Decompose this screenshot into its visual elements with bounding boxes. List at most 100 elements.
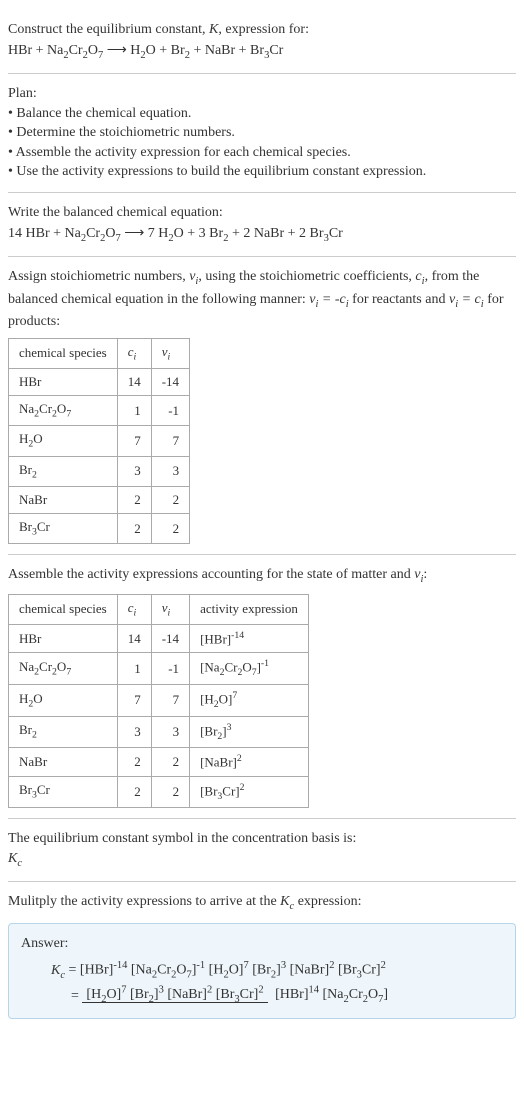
cell-c: 7 (117, 685, 151, 717)
multiply-section: Mulitply the activity expressions to arr… (8, 882, 516, 1028)
answer-eq2: = [H2O]7 [Br2]3 [NaBr]2 [Br3Cr]2 [HBr]14… (21, 984, 503, 1008)
balanced-equation: 14 HBr + Na2Cr2O7 ⟶ 7 H2O + 3 Br2 + 2 Na… (8, 223, 516, 246)
intro-text: Construct the equilibrium constant, (8, 22, 209, 37)
stoich-table: chemical species ci νi HBr14-14 Na2Cr2O7… (8, 338, 190, 545)
cell-expr: [H2O]7 (190, 685, 309, 717)
table-row: NaBr22 (9, 486, 190, 513)
unbalanced-equation: HBr + Na2Cr2O7 ⟶ H2O + Br2 + NaBr + Br3C… (8, 40, 516, 63)
plan-bullet-3: • Assemble the activity expression for e… (8, 143, 516, 163)
fraction-denominator: [HBr]14 [Na2Cr2O7] (271, 987, 392, 1002)
cell-expr: [HBr]-14 (190, 624, 309, 653)
symbol-line: The equilibrium constant symbol in the c… (8, 829, 516, 849)
cell-species: Na2Cr2O7 (9, 396, 118, 426)
cell-species: NaBr (9, 486, 118, 513)
col-ci: ci (117, 338, 151, 368)
intro-line: Construct the equilibrium constant, K, e… (8, 20, 516, 40)
answer-label: Answer: (21, 934, 503, 954)
cell-expr: [Br3Cr]2 (190, 776, 309, 808)
cell-v: 3 (151, 456, 189, 486)
cell-c: 2 (117, 748, 151, 777)
table-header-row: chemical species ci νi activity expressi… (9, 594, 309, 624)
cell-expr: [Na2Cr2O7]-1 (190, 653, 309, 685)
table-header-row: chemical species ci νi (9, 338, 190, 368)
col-ci: ci (117, 594, 151, 624)
activity-table: chemical species ci νi activity expressi… (8, 594, 309, 809)
cell-species: NaBr (9, 748, 118, 777)
cell-expr: [Br2]3 (190, 716, 309, 748)
cell-species: HBr (9, 624, 118, 653)
cell-c: 1 (117, 653, 151, 685)
table-row: Na2Cr2O71-1[Na2Cr2O7]-1 (9, 653, 309, 685)
cell-c: 7 (117, 426, 151, 456)
plan-bullet-4: • Use the activity expressions to build … (8, 162, 516, 182)
table-row: Br233[Br2]3 (9, 716, 309, 748)
activity-text-b: : (423, 567, 427, 582)
cell-v: 3 (151, 716, 189, 748)
cell-v: 2 (151, 776, 189, 808)
fraction-numerator: [H2O]7 [Br2]3 [NaBr]2 [Br3Cr]2 (82, 987, 267, 1003)
table-row: Na2Cr2O71-1 (9, 396, 190, 426)
cell-species: Na2Cr2O7 (9, 653, 118, 685)
table-row: Br3Cr22[Br3Cr]2 (9, 776, 309, 808)
cell-v: 2 (151, 514, 189, 544)
cell-v: 7 (151, 426, 189, 456)
cell-expr: [NaBr]2 (190, 748, 309, 777)
cell-c: 14 (117, 624, 151, 653)
table-row: NaBr22[NaBr]2 (9, 748, 309, 777)
answer-box: Answer: Kc = [HBr]-14 [Na2Cr2O7]-1 [H2O]… (8, 923, 516, 1019)
intro-section: Construct the equilibrium constant, K, e… (8, 10, 516, 74)
table-row: HBr14-14[HBr]-14 (9, 624, 309, 653)
k-symbol: K (209, 22, 218, 37)
nu-symbol: νi (189, 269, 198, 284)
cell-c: 2 (117, 486, 151, 513)
cell-c: 2 (117, 776, 151, 808)
cell-species: Br3Cr (9, 514, 118, 544)
cell-v: 7 (151, 685, 189, 717)
balanced-heading: Write the balanced chemical equation: (8, 203, 516, 223)
multiply-line: Mulitply the activity expressions to arr… (8, 892, 516, 914)
stoich-text-d: for reactants and (349, 292, 449, 307)
fraction: [H2O]7 [Br2]3 [NaBr]2 [Br3Cr]2 [HBr]14 [… (82, 984, 392, 1008)
plan-section: Plan: • Balance the chemical equation. •… (8, 74, 516, 193)
cell-species: H2O (9, 426, 118, 456)
multiply-text-a: Mulitply the activity expressions to arr… (8, 894, 280, 909)
cell-v: 2 (151, 748, 189, 777)
cell-v: -14 (151, 624, 189, 653)
activity-intro: Assemble the activity expressions accoun… (8, 565, 516, 587)
col-species: chemical species (9, 594, 118, 624)
cell-species: Br3Cr (9, 776, 118, 808)
activity-section: Assemble the activity expressions accoun… (8, 555, 516, 819)
table-row: H2O77[H2O]7 (9, 685, 309, 717)
table-row: Br3Cr22 (9, 514, 190, 544)
cell-species: HBr (9, 368, 118, 395)
cell-c: 1 (117, 396, 151, 426)
table-row: HBr14-14 (9, 368, 190, 395)
cell-c: 14 (117, 368, 151, 395)
cell-c: 3 (117, 456, 151, 486)
stoich-text-a: Assign stoichiometric numbers, (8, 269, 189, 284)
plan-bullet-2: • Determine the stoichiometric numbers. (8, 123, 516, 143)
cell-v: -1 (151, 653, 189, 685)
plan-heading: Plan: (8, 84, 516, 104)
multiply-text-b: expression: (294, 894, 361, 909)
cell-c: 3 (117, 716, 151, 748)
col-expr: activity expression (190, 594, 309, 624)
cell-species: Br2 (9, 716, 118, 748)
cell-v: -14 (151, 368, 189, 395)
activity-text-a: Assemble the activity expressions accoun… (8, 567, 414, 582)
col-species: chemical species (9, 338, 118, 368)
col-nu: νi (151, 594, 189, 624)
cell-species: H2O (9, 685, 118, 717)
table-row: Br233 (9, 456, 190, 486)
rel2: νi = ci (449, 292, 484, 307)
symbol-section: The equilibrium constant symbol in the c… (8, 819, 516, 882)
rel1: νi = -ci (309, 292, 348, 307)
balanced-section: Write the balanced chemical equation: 14… (8, 193, 516, 257)
cell-v: -1 (151, 396, 189, 426)
table-row: H2O77 (9, 426, 190, 456)
plan-bullet-1: • Balance the chemical equation. (8, 104, 516, 124)
cell-species: Br2 (9, 456, 118, 486)
kc-symbol-inline: Kc (280, 894, 294, 909)
stoich-section: Assign stoichiometric numbers, νi, using… (8, 257, 516, 555)
col-nu: νi (151, 338, 189, 368)
